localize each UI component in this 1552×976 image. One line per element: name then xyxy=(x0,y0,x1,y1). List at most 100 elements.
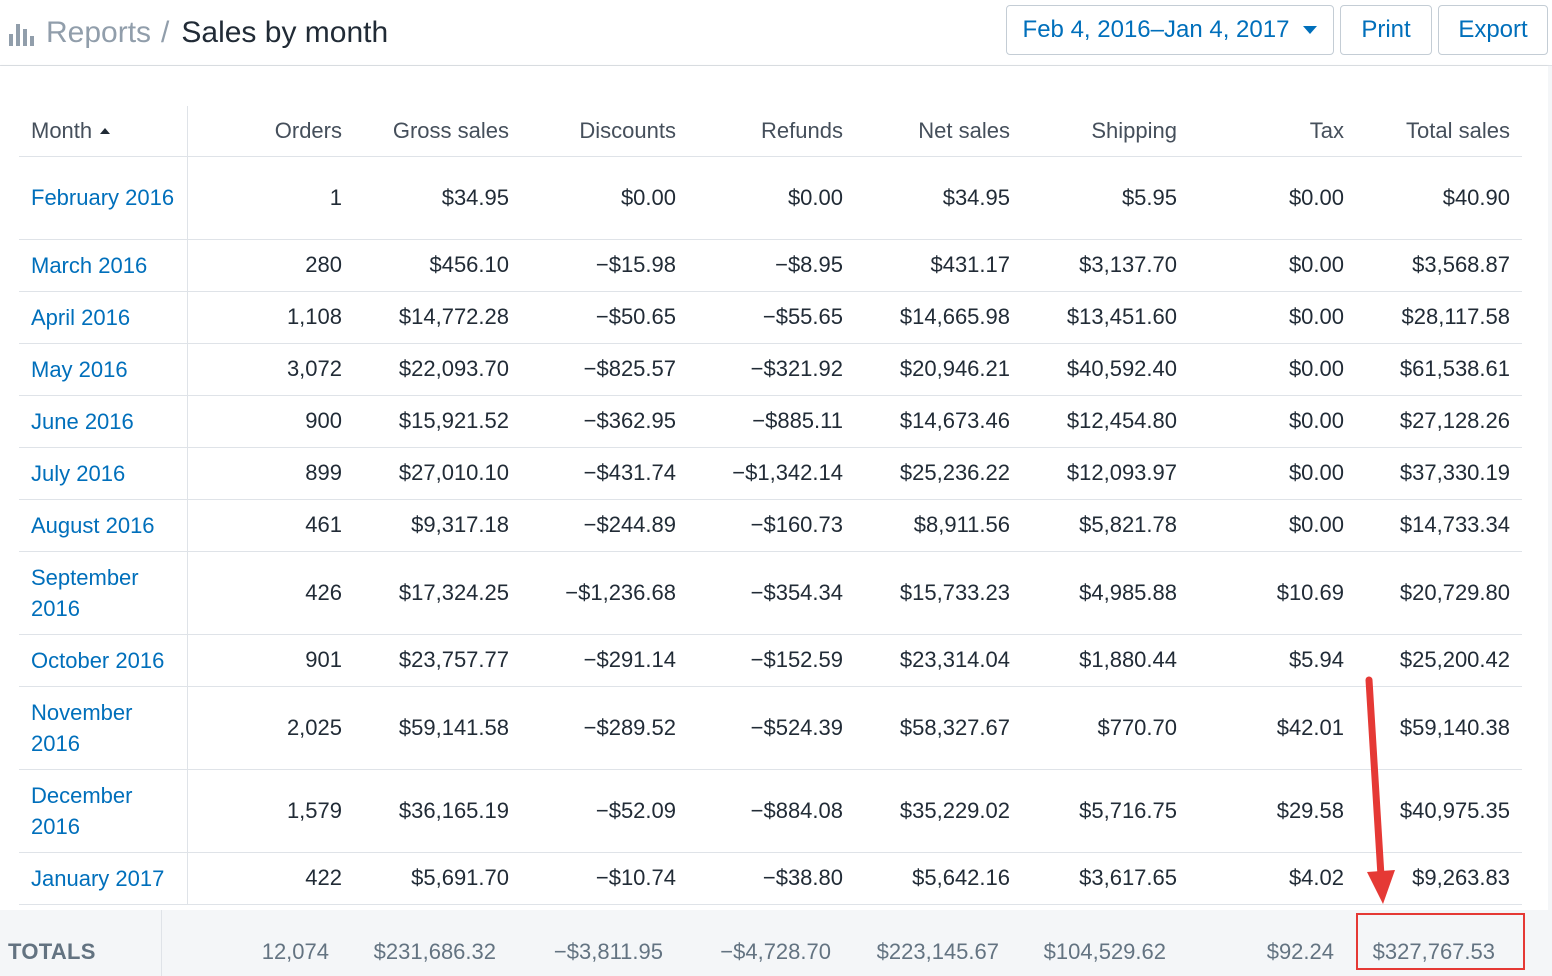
column-header-orders[interactable]: Orders xyxy=(187,106,354,157)
cell-tax: $0.00 xyxy=(1189,395,1356,448)
month-link[interactable]: March 2016 xyxy=(31,250,175,281)
table-header-row: Month Orders Gross sales Discounts Refun… xyxy=(19,106,1522,157)
breadcrumb-reports-link[interactable]: Reports xyxy=(46,16,151,50)
cell-tax: $0.00 xyxy=(1189,156,1356,240)
totals-label: TOTALS xyxy=(8,939,96,964)
cell-tax: $0.00 xyxy=(1189,291,1356,344)
table-row: May 2016 3,072 $22,093.70 −$825.57 −$321.92 $… xyxy=(19,343,1522,396)
cell-month: July 2016 xyxy=(19,447,188,500)
month-link[interactable]: June 2016 xyxy=(31,406,175,437)
month-link[interactable]: October 2016 xyxy=(31,645,175,676)
table-row: November 2016 2,025 $59,141.58 −$289.52 −$52… xyxy=(19,686,1522,770)
month-link[interactable]: May 2016 xyxy=(31,354,175,385)
cell-refunds: −$38.80 xyxy=(688,852,855,905)
column-header-gross-sales[interactable]: Gross sales xyxy=(354,106,521,157)
cell-refunds: −$524.39 xyxy=(688,686,855,770)
month-link[interactable]: January 2017 xyxy=(31,863,175,894)
column-header-month[interactable]: Month xyxy=(19,106,188,157)
cell-total-sales: $27,128.26 xyxy=(1356,395,1522,448)
cell-month: May 2016 xyxy=(19,343,188,396)
page-title: Sales by month xyxy=(181,16,389,49)
cell-refunds: −$152.59 xyxy=(688,634,855,687)
cell-gross-sales: $23,757.77 xyxy=(354,634,521,687)
page-header: Reports / Sales by month Feb 4, 2016–Jan… xyxy=(0,0,1552,66)
cell-shipping: $5,821.78 xyxy=(1022,499,1189,552)
table-row: February 2016 1 $34.95 $0.00 $0.00 $34.95 $5.9… xyxy=(19,156,1522,240)
cell-tax: $10.69 xyxy=(1189,551,1356,635)
print-button[interactable]: Print xyxy=(1340,5,1432,55)
cell-shipping: $5.95 xyxy=(1022,156,1189,240)
cell-gross-sales: $456.10 xyxy=(354,239,521,292)
month-link[interactable]: December 2016 xyxy=(31,780,175,842)
cell-shipping: $5,716.75 xyxy=(1022,769,1189,853)
month-link[interactable]: July 2016 xyxy=(31,458,175,489)
cell-refunds: −$8.95 xyxy=(688,239,855,292)
month-link[interactable]: September 2016 xyxy=(31,562,175,624)
cell-orders: 900 xyxy=(187,395,354,448)
cell-month: June 2016 xyxy=(19,395,188,448)
cell-month: April 2016 xyxy=(19,291,188,344)
date-range-label: Feb 4, 2016–Jan 4, 2017 xyxy=(1022,16,1290,43)
cell-orders: 2,025 xyxy=(187,686,354,770)
cell-gross-sales: $15,921.52 xyxy=(354,395,521,448)
table-row: April 2016 1,108 $14,772.28 −$50.65 −$55.65 $… xyxy=(19,291,1522,344)
cell-tax: $0.00 xyxy=(1189,239,1356,292)
cell-gross-sales: $5,691.70 xyxy=(354,852,521,905)
cell-month: March 2016 xyxy=(19,239,188,292)
cell-shipping: $12,093.97 xyxy=(1022,447,1189,500)
totals-refunds: −$4,728.70 xyxy=(720,939,831,964)
month-link[interactable]: April 2016 xyxy=(31,302,175,333)
cell-discounts: −$289.52 xyxy=(521,686,688,770)
column-header-tax[interactable]: Tax xyxy=(1189,106,1356,157)
cell-refunds: −$884.08 xyxy=(688,769,855,853)
cell-refunds: −$55.65 xyxy=(688,291,855,344)
column-header-shipping[interactable]: Shipping xyxy=(1022,106,1189,157)
cell-net-sales: $8,911.56 xyxy=(855,499,1022,552)
cell-total-sales: $40.90 xyxy=(1356,156,1522,240)
totals-shipping: $104,529.62 xyxy=(1043,939,1166,964)
table-row: October 2016 901 $23,757.77 −$291.14 −$152.5… xyxy=(19,634,1522,687)
cell-tax: $0.00 xyxy=(1189,447,1356,500)
month-link[interactable]: November 2016 xyxy=(31,697,175,759)
table-row: December 2016 1,579 $36,165.19 −$52.09 −$884… xyxy=(19,769,1522,853)
cell-net-sales: $14,665.98 xyxy=(855,291,1022,344)
cell-discounts: −$52.09 xyxy=(521,769,688,853)
cell-month: February 2016 xyxy=(19,156,188,240)
cell-net-sales: $20,946.21 xyxy=(855,343,1022,396)
cell-net-sales: $15,733.23 xyxy=(855,551,1022,635)
cell-total-sales: $20,729.80 xyxy=(1356,551,1522,635)
cell-discounts: −$1,236.68 xyxy=(521,551,688,635)
cell-tax: $42.01 xyxy=(1189,686,1356,770)
cell-net-sales: $34.95 xyxy=(855,156,1022,240)
cell-total-sales: $28,117.58 xyxy=(1356,291,1522,344)
cell-total-sales: $3,568.87 xyxy=(1356,239,1522,292)
cell-month: January 2017 xyxy=(19,852,188,905)
cell-total-sales: $61,538.61 xyxy=(1356,343,1522,396)
cell-month: November 2016 xyxy=(19,686,188,770)
cell-gross-sales: $34.95 xyxy=(354,156,521,240)
cell-month: October 2016 xyxy=(19,634,188,687)
column-header-total-sales[interactable]: Total sales xyxy=(1356,106,1522,157)
column-header-refunds[interactable]: Refunds xyxy=(688,106,855,157)
cell-tax: $0.00 xyxy=(1189,499,1356,552)
cell-net-sales: $431.17 xyxy=(855,239,1022,292)
column-header-discounts[interactable]: Discounts xyxy=(521,106,688,157)
month-link[interactable]: August 2016 xyxy=(31,510,175,541)
cell-net-sales: $25,236.22 xyxy=(855,447,1022,500)
cell-discounts: −$362.95 xyxy=(521,395,688,448)
date-range-button[interactable]: Feb 4, 2016–Jan 4, 2017 xyxy=(1006,5,1334,55)
cell-shipping: $1,880.44 xyxy=(1022,634,1189,687)
cell-discounts: −$244.89 xyxy=(521,499,688,552)
totals-discounts: −$3,811.95 xyxy=(553,939,663,964)
bar-chart-icon xyxy=(9,24,34,46)
column-header-net-sales[interactable]: Net sales xyxy=(855,106,1022,157)
export-button[interactable]: Export xyxy=(1438,5,1548,55)
month-link[interactable]: February 2016 xyxy=(31,182,175,213)
cell-discounts: −$10.74 xyxy=(521,852,688,905)
cell-shipping: $40,592.40 xyxy=(1022,343,1189,396)
totals-net-sales: $223,145.67 xyxy=(876,939,999,964)
cell-net-sales: $23,314.04 xyxy=(855,634,1022,687)
cell-orders: 461 xyxy=(187,499,354,552)
highlight-box xyxy=(1356,913,1525,970)
cell-gross-sales: $9,317.18 xyxy=(354,499,521,552)
